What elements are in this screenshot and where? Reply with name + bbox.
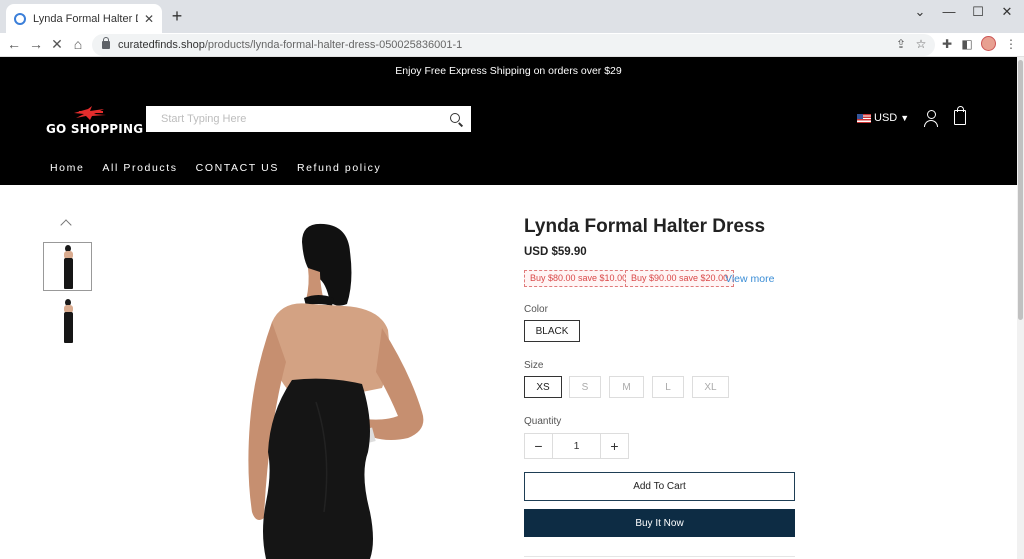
new-tab-button[interactable]: + [168,6,186,26]
promo-badge: Buy $90.00 save $20.00 [625,270,735,287]
account-icon[interactable] [923,110,939,127]
size-option-xl[interactable]: XL [692,376,729,398]
home-icon[interactable]: ⌂ [69,35,87,53]
tab-title: Lynda Formal Halter Dress - acto [33,12,138,25]
menu-icon[interactable]: ⋮ [1003,37,1019,51]
promo-badge: Buy $80.00 save $10.00 [524,270,634,287]
tab-search-icon[interactable]: ⌄ [910,4,930,20]
size-option-xs[interactable]: XS [524,376,562,398]
search-input[interactable] [161,113,443,125]
quantity-increase-button[interactable]: + [601,434,628,458]
nav-all-products[interactable]: All Products [102,162,177,174]
lock-icon[interactable] [102,37,110,49]
search-bar [146,106,471,132]
share-icon[interactable]: ⇪ [893,37,909,51]
maximize-icon[interactable]: ☐ [968,4,988,20]
currency-label: USD [874,112,898,124]
thumbnail-image [61,244,75,289]
size-option-s[interactable]: S [569,376,601,398]
quantity-label: Quantity [524,416,562,427]
quantity-stepper: − 1 + [524,433,629,459]
size-option-l[interactable]: L [652,376,684,398]
size-option-m[interactable]: M [609,376,644,398]
extensions-icon[interactable]: ✚ [939,37,955,51]
quantity-input[interactable]: 1 [552,434,601,458]
nav-home[interactable]: Home [50,162,84,174]
thumbnail-up-arrow-icon[interactable] [60,219,72,231]
search-icon[interactable] [443,106,471,132]
main-nav: Home All Products CONTACT US Refund poli… [50,162,399,174]
chevron-down-icon: ▼ [900,113,910,123]
color-label: Color [524,304,548,315]
thumbnail-image [61,298,75,343]
product-price: USD $59.90 [524,246,587,258]
browser-tab-bar: Lynda Formal Halter Dress - acto ✕ + ⌄ —… [0,0,1024,33]
size-label: Size [524,360,544,371]
forward-icon[interactable]: → [27,35,45,53]
divider [524,556,795,557]
url-text: curatedfinds.shop/products/lynda-formal-… [118,39,463,51]
star-icon[interactable]: ☆ [913,37,929,51]
logo-text: GO SHOPPING [46,122,144,136]
browser-toolbar: ← → ✕ ⌂ curatedfinds.shop/products/lynda… [0,33,1024,57]
announcement-bar: Enjoy Free Express Shipping on orders ov… [0,57,1017,86]
profile-avatar[interactable] [981,36,996,51]
view-more-link[interactable]: View more [725,273,774,285]
thumbnail-2[interactable] [43,296,92,345]
currency-selector[interactable]: USD ▼ [857,112,909,124]
us-flag-icon [857,113,871,123]
thumbnail-1[interactable] [43,242,92,291]
add-to-cart-button[interactable]: Add To Cart [524,472,795,501]
cart-icon[interactable] [954,106,966,125]
back-icon[interactable]: ← [5,35,23,53]
scrollbar-thumb[interactable] [1018,60,1023,320]
tab-close-icon[interactable]: ✕ [144,12,154,26]
product-title: Lynda Formal Halter Dress [524,216,766,237]
nav-contact-us[interactable]: CONTACT US [196,162,279,174]
product-main-image[interactable] [232,212,442,559]
site-favicon-icon [14,12,26,25]
address-bar[interactable]: curatedfinds.shop/products/lynda-formal-… [92,34,935,56]
sidebar-icon[interactable]: ◧ [959,37,975,51]
quantity-decrease-button[interactable]: − [525,434,552,458]
window-close-icon[interactable]: ✕ [997,4,1017,20]
stop-reload-icon[interactable]: ✕ [48,35,66,53]
color-option-black[interactable]: BLACK [524,320,580,342]
nav-refund-policy[interactable]: Refund policy [297,162,381,174]
minimize-icon[interactable]: — [939,4,959,19]
buy-now-button[interactable]: Buy It Now [524,509,795,537]
browser-tab[interactable]: Lynda Formal Halter Dress - acto ✕ [6,4,162,33]
